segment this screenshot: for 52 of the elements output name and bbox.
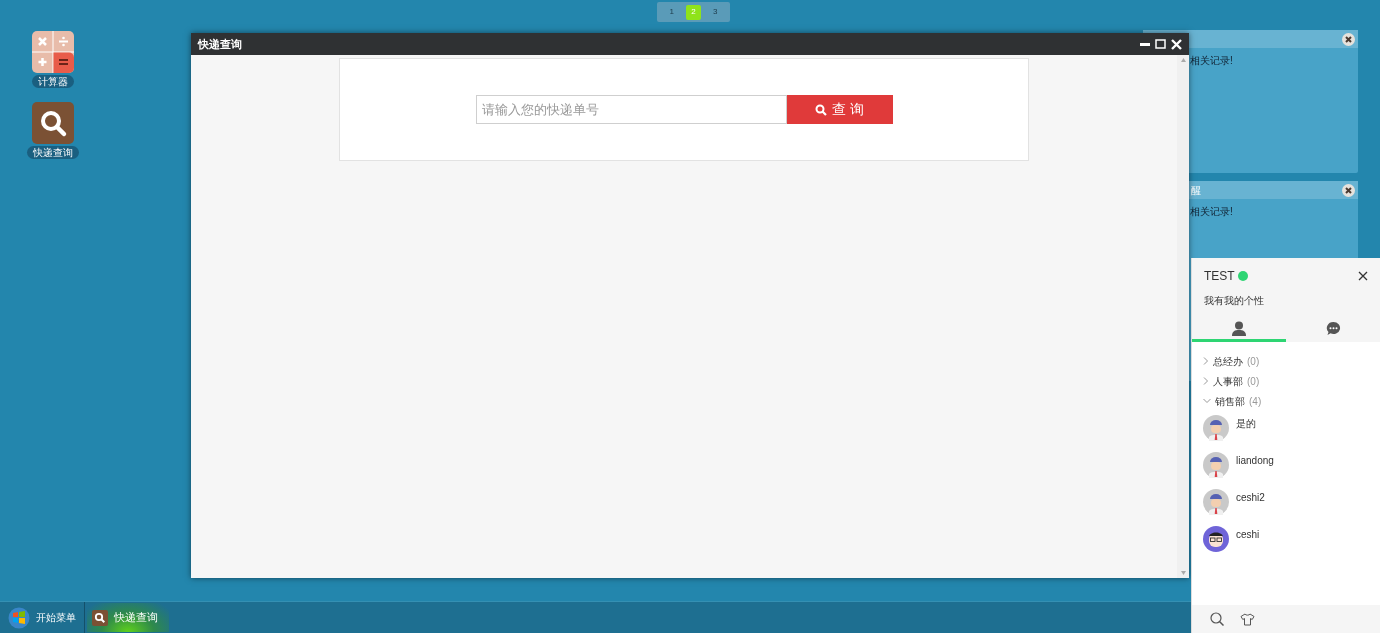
avatar-icon — [1203, 526, 1229, 552]
page-button[interactable]: 1 — [664, 4, 680, 20]
windows-logo-icon — [8, 606, 30, 629]
icon-label[interactable]: 计算器 — [32, 75, 74, 88]
calculator-icon[interactable] — [32, 31, 74, 73]
chevron-down-icon — [1203, 398, 1211, 404]
notice-title: 醒 — [1191, 183, 1201, 198]
close-icon[interactable] — [1342, 183, 1355, 197]
group-count: (0) — [1247, 354, 1260, 369]
group-row[interactable]: 人事部 (0) — [1203, 371, 1369, 391]
contact-item[interactable]: ceshi — [1203, 522, 1369, 559]
page-button[interactable]: 3 — [707, 4, 723, 20]
speech-bubble-icon — [1325, 321, 1341, 336]
search-icon[interactable] — [32, 102, 74, 144]
group-name: 总经办 — [1213, 354, 1243, 369]
close-icon[interactable] — [1358, 271, 1368, 281]
contact-name: liandong — [1236, 454, 1274, 468]
query-button[interactable]: 查 询 — [786, 95, 893, 124]
person-icon — [1232, 321, 1246, 336]
search-icon[interactable] — [1210, 612, 1224, 626]
contact-name: ceshi2 — [1236, 491, 1265, 505]
search-icon — [815, 103, 828, 116]
chevron-right-icon — [1203, 357, 1209, 365]
group-name: 人事部 — [1213, 374, 1243, 389]
maximize-icon[interactable] — [1155, 39, 1166, 49]
user-name: TEST — [1204, 268, 1235, 285]
contact-item[interactable]: ceshi2 — [1203, 485, 1369, 522]
start-button[interactable]: 开始菜单 — [0, 602, 85, 633]
close-icon[interactable] — [1342, 32, 1355, 46]
window-titlebar[interactable]: 快递查询 — [191, 33, 1189, 55]
contact-item[interactable]: 是的 — [1203, 411, 1369, 448]
group-row[interactable]: 销售部 (4) — [1203, 391, 1369, 411]
avatar-icon — [1203, 415, 1229, 441]
search-icon — [92, 609, 108, 626]
group-count: (4) — [1249, 394, 1262, 409]
icon-label[interactable]: 快递查询 — [27, 146, 79, 159]
tracking-number-input[interactable]: 请输入您的快递单号 — [475, 95, 787, 124]
shirt-icon[interactable] — [1240, 612, 1255, 626]
window-title: 快递查询 — [198, 36, 242, 52]
contact-name: 是的 — [1236, 417, 1256, 431]
signature-text: 我有我的个性 — [1204, 294, 1265, 308]
contact-item[interactable]: liandong — [1203, 448, 1369, 485]
contact-name: ceshi — [1236, 528, 1260, 542]
avatar-icon — [1203, 489, 1229, 515]
chevron-right-icon — [1203, 377, 1209, 385]
group-row[interactable]: 总经办 (0) — [1203, 351, 1369, 371]
notice-text: 相关记录! — [1190, 205, 1233, 219]
task-button[interactable]: 快递查询 — [87, 603, 169, 632]
notice-text: 相关记录! — [1190, 54, 1233, 68]
avatar-icon — [1203, 452, 1229, 478]
group-count: (0) — [1247, 374, 1260, 389]
group-name: 销售部 — [1215, 394, 1245, 409]
